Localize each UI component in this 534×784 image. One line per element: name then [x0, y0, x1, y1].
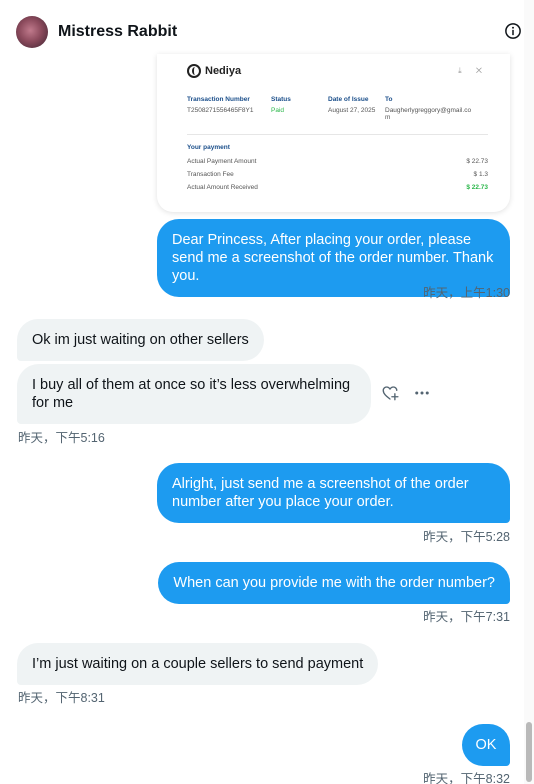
receipt-table: Transaction Number Status Date of Issue … — [187, 96, 488, 121]
transaction-number: T2508271556465F8Y1 — [187, 107, 254, 114]
message-timestamp: 昨天，下午5:16 — [18, 431, 105, 445]
message-timestamp: 昨天，下午8:31 — [18, 691, 105, 705]
payment-row: Transaction Fee $ 1.3 — [187, 171, 488, 178]
message-timestamp: 昨天，上午1:30 — [423, 286, 510, 300]
scrollbar-thumb[interactable] — [526, 722, 532, 782]
info-icon[interactable] — [504, 22, 522, 40]
message-timestamp: 昨天，下午7:31 — [423, 610, 510, 624]
message-actions — [381, 384, 431, 402]
status-value: Paid — [271, 107, 285, 114]
col-date: Date of Issue — [328, 96, 369, 103]
avatar[interactable] — [16, 16, 48, 48]
receipt-image[interactable]: Nediya ⤓ ✕ Transaction Number Status Dat… — [157, 54, 510, 212]
message-timestamp: 昨天，下午8:32 — [423, 772, 510, 784]
divider — [187, 134, 488, 135]
payment-row: Actual Payment Amount $ 22.73 — [187, 158, 488, 165]
receipt-tools-icons: ⤓ ✕ — [458, 66, 488, 75]
receipt-logo: Nediya — [187, 64, 488, 78]
col-to: To — [385, 96, 393, 103]
payment-title: Your payment — [187, 144, 230, 151]
contact-name[interactable]: Mistress Rabbit — [58, 23, 177, 41]
col-transaction-number: Transaction Number — [187, 96, 250, 103]
message-outgoing[interactable]: OK — [462, 724, 510, 766]
message-incoming[interactable]: Ok im just waiting on other sellers — [17, 319, 264, 361]
add-reaction-icon[interactable] — [381, 384, 399, 402]
col-status: Status — [271, 96, 291, 103]
message-incoming[interactable]: I’m just waiting on a couple sellers to … — [17, 643, 379, 685]
recipient-email: Daugherlygreggory@gmail.com — [385, 107, 472, 121]
nediya-logo-icon — [187, 64, 201, 78]
more-icon[interactable] — [413, 384, 431, 402]
message-outgoing[interactable]: Alright, just send me a screenshot of th… — [157, 463, 510, 523]
scrollbar[interactable] — [524, 0, 534, 784]
payment-row: Actual Amount Received $ 22.73 — [187, 184, 488, 191]
message-incoming[interactable]: I buy all of them at once so it’s less o… — [17, 364, 371, 424]
message-list[interactable]: Nediya ⤓ ✕ Transaction Number Status Dat… — [0, 54, 524, 784]
date-value: August 27, 2025 — [328, 107, 376, 114]
message-timestamp: 昨天，下午5:28 — [423, 530, 510, 544]
message-outgoing[interactable]: When can you provide me with the order n… — [158, 562, 510, 604]
